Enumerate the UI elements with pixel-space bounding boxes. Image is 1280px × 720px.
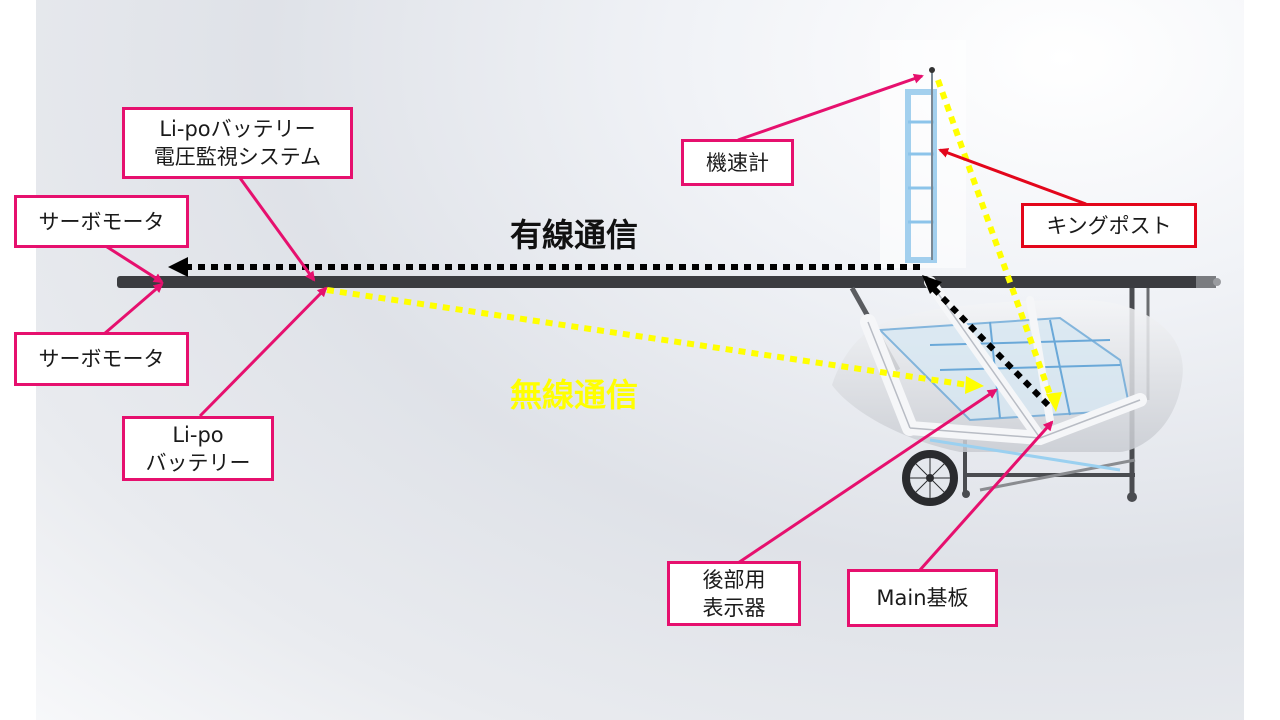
label-lipo-voltage-monitor: Li-poバッテリー 電圧監視システム — [122, 107, 353, 179]
label-servo-motor-bottom: サーボモータ — [14, 332, 189, 386]
label-airspeed-meter: 機速計 — [681, 139, 794, 186]
wired-comm-title: 有線通信 — [510, 216, 639, 254]
wireless-comm-title: 無線通信 — [510, 376, 639, 414]
label-main-board: Main基板 — [847, 569, 998, 627]
landing-wheel — [902, 450, 958, 506]
tail-boom — [117, 276, 1213, 288]
label-servo-motor-top: サーボモータ — [14, 195, 189, 248]
label-lipo-battery: Li-po バッテリー — [122, 416, 274, 481]
label-king-post: キングポスト — [1021, 203, 1197, 248]
label-rear-display: 後部用 表示器 — [667, 561, 801, 626]
